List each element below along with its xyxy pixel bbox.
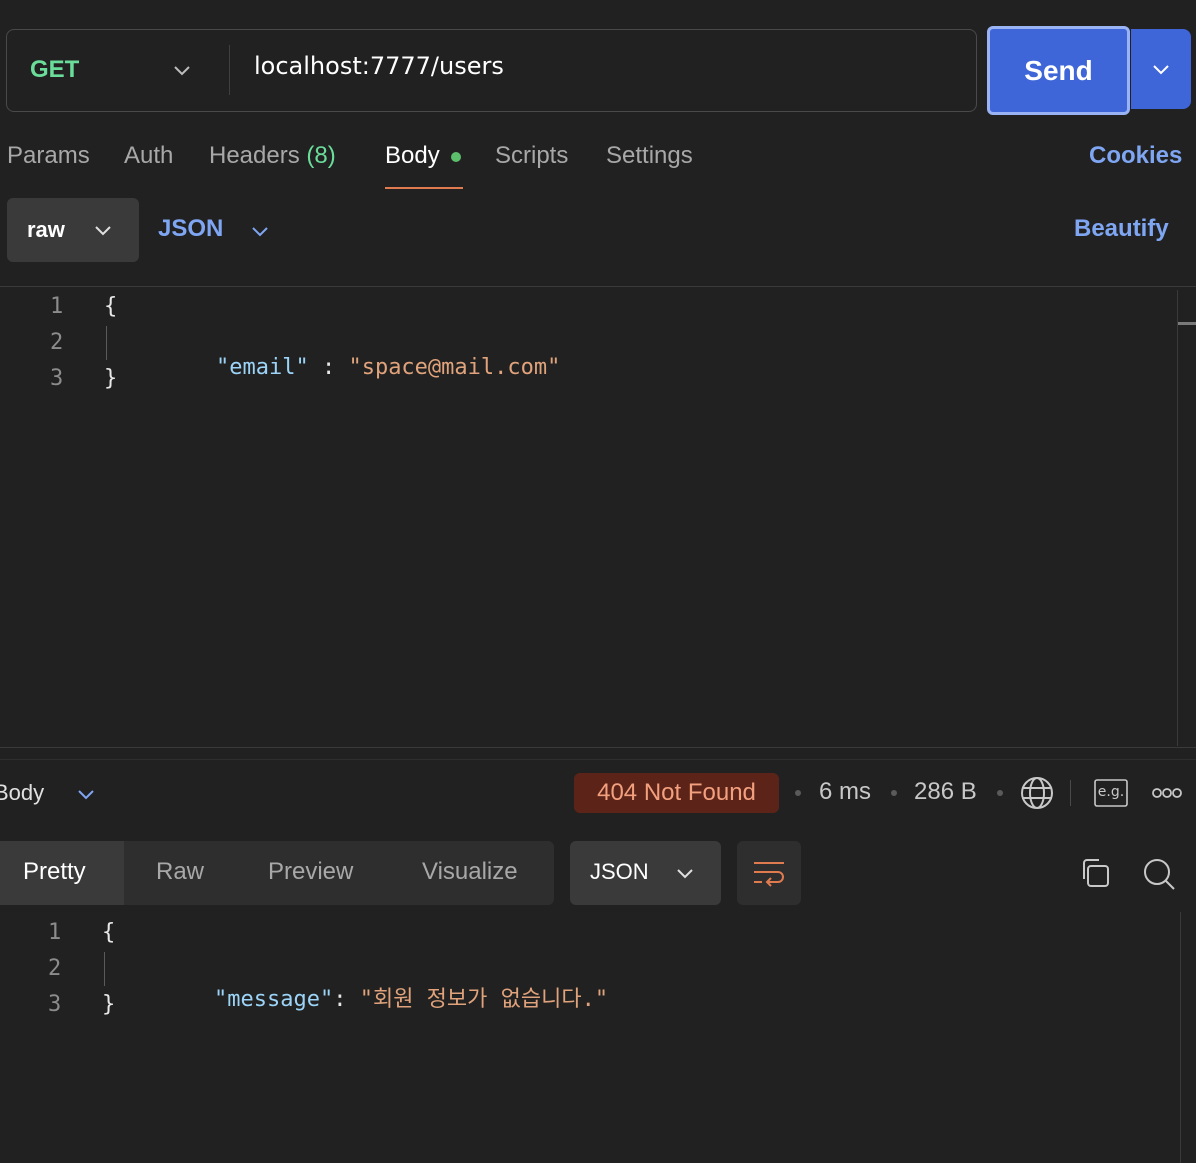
code-line: } (104, 366, 118, 391)
tab-auth[interactable]: Auth (124, 142, 173, 170)
separator-dot (795, 790, 801, 796)
request-body-editor[interactable]: 1 2 3 { "email" : "space@mail.com" } (0, 290, 1176, 746)
response-time[interactable]: 6 ms (819, 778, 871, 806)
divider (0, 286, 1196, 287)
url-bar: GET localhost:7777/users (6, 29, 977, 112)
line-number: 1 (48, 920, 62, 945)
chevron-down-icon[interactable] (76, 784, 96, 804)
chevron-down-icon[interactable] (250, 221, 270, 241)
tab-body[interactable]: Body (385, 142, 440, 170)
response-body-viewer[interactable]: 1 2 3 { "message": "회원 정보가 없습니다." } (0, 912, 1178, 1163)
line-number: 2 (48, 956, 62, 981)
copy-icon[interactable] (1079, 857, 1111, 889)
tab-params[interactable]: Params (7, 142, 90, 170)
send-options-button[interactable] (1131, 29, 1191, 109)
body-format-select[interactable]: JSON (158, 215, 223, 243)
response-size[interactable]: 286 B (914, 778, 977, 806)
code-line: { (102, 920, 116, 945)
pane-resize-handle[interactable] (0, 759, 1196, 760)
json-separator: : (333, 987, 360, 1012)
indent-guide (106, 326, 107, 360)
separator-dot (997, 790, 1003, 796)
body-indicator-dot (451, 152, 461, 162)
tab-preview[interactable]: Preview (268, 858, 353, 886)
chevron-down-icon (174, 66, 190, 76)
tab-settings[interactable]: Settings (606, 142, 693, 170)
cookies-link[interactable]: Cookies (1089, 142, 1182, 170)
tab-scripts[interactable]: Scripts (495, 142, 568, 170)
tab-visualize[interactable]: Visualize (422, 858, 518, 886)
method-label: GET (30, 56, 80, 83)
response-scrollbar[interactable] (1180, 912, 1181, 1163)
globe-icon[interactable] (1019, 775, 1055, 811)
json-key: "message" (213, 987, 334, 1012)
line-number: 3 (50, 366, 64, 391)
divider (0, 747, 1196, 748)
code-line: "email" : "space@mail.com" (163, 330, 560, 405)
chevron-down-icon (95, 226, 111, 236)
line-number: 3 (48, 992, 62, 1017)
indent-guide (104, 952, 105, 986)
active-tab-underline (385, 187, 463, 189)
more-options-icon[interactable] (1152, 786, 1182, 800)
url-divider (229, 45, 230, 95)
body-mode-label: raw (27, 217, 65, 242)
json-value: "회원 정보가 없습니다." (359, 987, 609, 1012)
json-value: "space@mail.com" (348, 355, 561, 380)
editor-scrollbar[interactable] (1177, 290, 1178, 746)
tab-headers[interactable]: Headers (8) (209, 142, 336, 170)
tab-raw[interactable]: Raw (156, 858, 204, 886)
save-example-button[interactable]: e.g. (1094, 779, 1128, 807)
wrap-lines-button[interactable] (737, 841, 801, 905)
wrap-lines-icon (754, 862, 784, 887)
code-line: { (104, 294, 118, 319)
json-separator: : (308, 355, 349, 380)
url-input[interactable]: localhost:7777/users (254, 52, 504, 80)
json-key: "email" (215, 355, 309, 380)
chevron-down-icon (1153, 65, 1169, 75)
code-line: "message": "회원 정보가 없습니다." (161, 956, 608, 1038)
tab-pretty[interactable]: Pretty (23, 858, 86, 886)
beautify-button[interactable]: Beautify (1074, 215, 1169, 243)
line-number: 2 (50, 330, 64, 355)
body-mode-select[interactable]: raw (7, 198, 139, 262)
status-badge[interactable]: 404 Not Found (574, 773, 779, 813)
headers-count: (8) (306, 142, 336, 169)
tab-headers-label: Headers (209, 142, 300, 169)
send-button[interactable]: Send (987, 26, 1130, 115)
editor-scroll-thumb[interactable] (1178, 322, 1196, 325)
separator (1070, 780, 1071, 806)
response-format-label: JSON (590, 859, 649, 884)
chevron-down-icon (677, 869, 693, 879)
method-select[interactable]: GET (7, 30, 229, 110)
search-icon[interactable] (1142, 857, 1176, 891)
code-line: } (102, 992, 116, 1017)
example-icon-label: e.g. (1097, 784, 1125, 800)
response-view-select[interactable]: Body (0, 780, 44, 806)
line-number: 1 (50, 294, 64, 319)
separator-dot (891, 790, 897, 796)
